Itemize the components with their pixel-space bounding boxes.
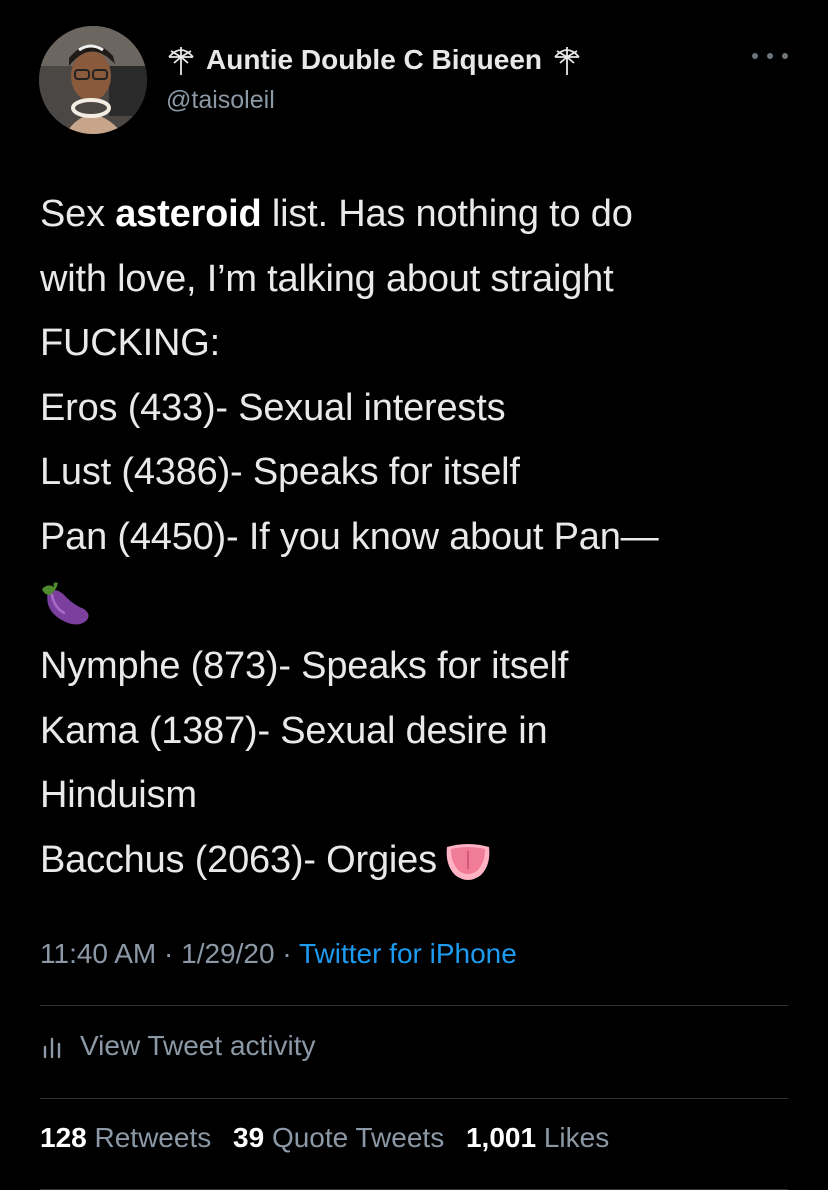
tweet-detail: Auntie Double C Biqueen @taisoleil Sex a…	[0, 0, 828, 1190]
author-display-name[interactable]: Auntie Double C Biqueen	[206, 44, 542, 76]
tweet-line	[40, 570, 800, 635]
tongue-emoji-icon	[446, 843, 490, 880]
tweet-line: Nymphe (873)- Speaks for itself	[40, 645, 569, 688]
quote-tweets-count: 39	[233, 1122, 265, 1153]
likes-label: Likes	[543, 1122, 610, 1153]
retweets-stat[interactable]: 128 Retweets	[40, 1122, 211, 1153]
tweet-line: with love, I’m talking about straight	[40, 257, 614, 300]
author-handle[interactable]: @taisoleil	[166, 86, 275, 115]
divider	[40, 1098, 788, 1099]
tweet-source-link[interactable]: Twitter for iPhone	[299, 938, 517, 969]
tweet-stats: 128 Retweets 39 Quote Tweets 1,001 Likes	[40, 1122, 623, 1154]
wheel-glyph-icon	[168, 47, 194, 75]
dot	[752, 53, 758, 59]
meta-separator: ·	[274, 938, 299, 969]
dot	[782, 53, 788, 59]
eggplant-emoji-icon	[42, 582, 89, 625]
tweet-date: 1/29/20	[181, 938, 275, 969]
tweet-bold-word: asteroid	[115, 193, 262, 235]
view-tweet-activity-button[interactable]: View Tweet activity	[40, 1030, 316, 1062]
tweet-line: Kama (1387)- Sexual desire in	[40, 709, 548, 752]
retweets-count: 128	[40, 1122, 87, 1153]
tweet-line: Sex asteroid list. Has nothing to do	[40, 182, 800, 247]
tweet-text-segment: Sex	[40, 193, 116, 235]
divider	[40, 1005, 788, 1006]
retweets-label: Retweets	[94, 1122, 212, 1153]
tweet-line: Bacchus (2063)- Orgies	[40, 828, 800, 893]
likes-count: 1,001	[465, 1122, 537, 1153]
tweet-text: Sex asteroid list. Has nothing to do wit…	[40, 182, 800, 893]
tweet-meta: 11:40 AM · 1/29/20 · Twitter for iPhone	[40, 938, 517, 970]
avatar-photo	[39, 26, 147, 134]
more-options-icon[interactable]	[752, 46, 788, 66]
avatar[interactable]	[39, 26, 147, 134]
meta-separator: ·	[156, 938, 182, 969]
tweet-time: 11:40 AM	[40, 938, 157, 969]
tweet-text-segment: list. Has nothing to do	[261, 193, 633, 235]
tweet-line: Lust (4386)- Speaks for itself	[40, 451, 520, 494]
view-tweet-activity-label: View Tweet activity	[80, 1030, 316, 1061]
tweet-line: FUCKING:	[40, 322, 220, 365]
tweet-text-segment: Bacchus (2063)- Orgies	[40, 838, 437, 881]
tweet-line: Hinduism	[40, 774, 197, 817]
tweet-line: Pan (4450)- If you know about Pan—	[40, 515, 659, 558]
dot	[767, 53, 773, 59]
quote-tweets-stat[interactable]: 39 Quote Tweets	[233, 1122, 444, 1153]
wheel-glyph-icon	[554, 47, 580, 75]
tweet-line: Eros (433)- Sexual interests	[40, 386, 506, 429]
likes-stat[interactable]: 1,001 Likes	[466, 1122, 609, 1153]
bar-chart-icon	[43, 1037, 61, 1059]
quote-tweets-label: Quote Tweets	[271, 1122, 445, 1153]
author-name-row[interactable]: Auntie Double C Biqueen	[166, 40, 582, 80]
